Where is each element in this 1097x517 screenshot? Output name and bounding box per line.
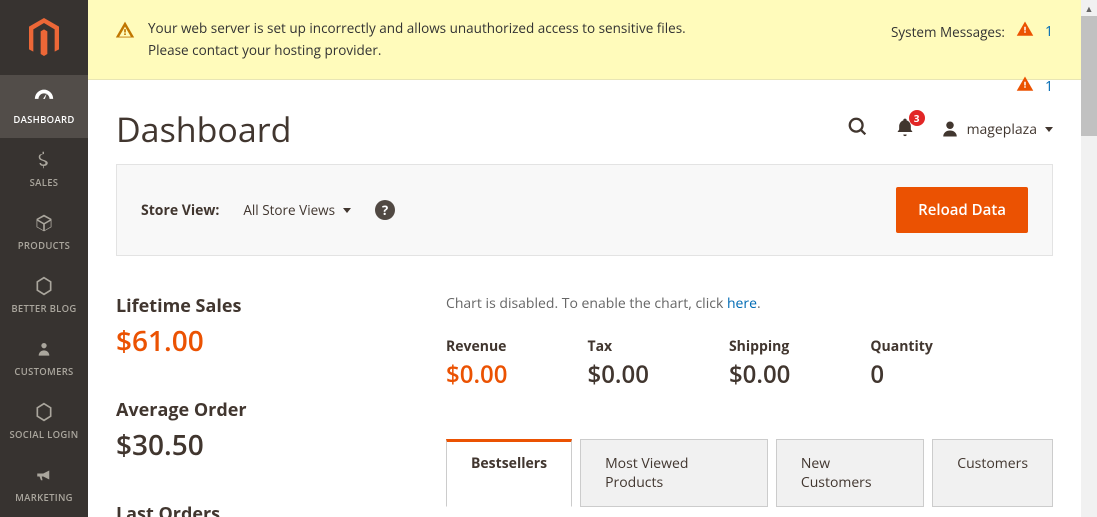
chart-enable-link[interactable]: here: [727, 294, 757, 313]
scrollbar[interactable]: ▲: [1081, 0, 1097, 517]
nav-label: MARKETING: [15, 491, 73, 504]
cube-icon: [34, 211, 54, 235]
message-text: Your web server is set up incorrectly an…: [148, 18, 708, 61]
system-message-bar: Your web server is set up incorrectly an…: [88, 0, 1081, 80]
nav-label: PRODUCTS: [18, 239, 70, 252]
stat-title: Lifetime Sales: [116, 294, 386, 318]
nav-label: CUSTOMERS: [14, 365, 73, 378]
store-view-value: All Store Views: [243, 201, 335, 219]
metric-label: Shipping: [729, 337, 790, 356]
hexagon-icon: [34, 274, 54, 298]
megaphone-icon: [34, 463, 54, 487]
notification-badge: 3: [909, 110, 925, 126]
help-icon[interactable]: ?: [375, 200, 395, 220]
warning-icon: [114, 20, 136, 45]
metric-revenue: Revenue $0.00: [446, 337, 507, 391]
average-order-block: Average Order $30.50: [116, 398, 386, 464]
metric-quantity: Quantity 0: [870, 337, 932, 391]
warning-icon: [1015, 75, 1035, 98]
right-column: Chart is disabled. To enable the chart, …: [446, 294, 1053, 517]
chart-disabled-message: Chart is disabled. To enable the chart, …: [446, 294, 1053, 313]
metric-shipping: Shipping $0.00: [729, 337, 790, 391]
system-messages-label: System Messages:: [891, 23, 1005, 41]
system-message-count[interactable]: 1: [1045, 22, 1053, 41]
metric-value: $0.00: [587, 358, 648, 391]
chevron-down-icon: [343, 208, 351, 213]
search-icon[interactable]: [847, 116, 869, 143]
tab-bestsellers[interactable]: Bestsellers: [446, 439, 572, 507]
tabs-row: Bestsellers Most Viewed Products New Cus…: [446, 439, 1053, 507]
nav-social-login[interactable]: SOCIAL LOGIN: [0, 390, 88, 453]
nav-sales[interactable]: SALES: [0, 138, 88, 201]
nav-better-blog[interactable]: BETTER BLOG: [0, 264, 88, 327]
system-message-count[interactable]: 1: [1045, 77, 1053, 96]
chart-msg-suffix: .: [757, 294, 761, 313]
stat-value: $30.50: [116, 426, 386, 464]
reload-data-button[interactable]: Reload Data: [896, 187, 1028, 233]
notifications-button[interactable]: 3: [895, 116, 915, 143]
main-content: Your web server is set up incorrectly an…: [88, 0, 1081, 517]
metric-tax: Tax $0.00: [587, 337, 648, 391]
tab-most-viewed[interactable]: Most Viewed Products: [580, 439, 768, 507]
person-icon: [36, 337, 52, 361]
tab-customers[interactable]: Customers: [932, 439, 1053, 507]
scroll-thumb[interactable]: [1081, 16, 1097, 136]
lifetime-sales-block: Lifetime Sales $61.00: [116, 294, 386, 360]
store-view-bar: Store View: All Store Views ? Reload Dat…: [116, 164, 1053, 256]
metric-value: $0.00: [729, 358, 790, 391]
scroll-up-arrow[interactable]: ▲: [1081, 0, 1097, 16]
tab-new-customers[interactable]: New Customers: [776, 439, 924, 507]
nav-customers[interactable]: CUSTOMERS: [0, 327, 88, 390]
metric-value: 0: [870, 358, 932, 391]
chart-msg-prefix: Chart is disabled. To enable the chart, …: [446, 294, 727, 313]
gauge-icon: [33, 85, 55, 109]
magento-logo[interactable]: [0, 0, 88, 75]
metric-label: Revenue: [446, 337, 507, 356]
sidebar: DASHBOARD SALES PRODUCTS BETTER BLOG CUS…: [0, 0, 88, 517]
stat-title: Last Orders: [116, 502, 386, 517]
nav-label: SOCIAL LOGIN: [9, 428, 78, 441]
nav-dashboard[interactable]: DASHBOARD: [0, 75, 88, 138]
store-view-label: Store View:: [141, 201, 219, 220]
metric-value: $0.00: [446, 358, 507, 391]
nav-label: SALES: [30, 176, 59, 189]
metric-label: Quantity: [870, 337, 932, 356]
metrics-row: Revenue $0.00 Tax $0.00 Shipping $0.00 Q…: [446, 337, 1053, 391]
warning-icon: [1015, 20, 1035, 43]
nav-products[interactable]: PRODUCTS: [0, 201, 88, 264]
nav-label: DASHBOARD: [13, 113, 74, 126]
page-title: Dashboard: [116, 106, 291, 152]
dollar-icon: [35, 148, 53, 172]
stat-title: Average Order: [116, 398, 386, 422]
stat-value: $61.00: [116, 322, 386, 360]
nav-label: BETTER BLOG: [11, 302, 76, 315]
metric-label: Tax: [587, 337, 648, 356]
nav-marketing[interactable]: MARKETING: [0, 453, 88, 516]
store-view-select[interactable]: All Store Views: [243, 201, 351, 219]
last-orders-block: Last Orders: [116, 502, 386, 517]
dashboard-content: Lifetime Sales $61.00 Average Order $30.…: [88, 256, 1081, 517]
left-column: Lifetime Sales $61.00 Average Order $30.…: [116, 294, 386, 517]
hexagon-icon: [34, 400, 54, 424]
